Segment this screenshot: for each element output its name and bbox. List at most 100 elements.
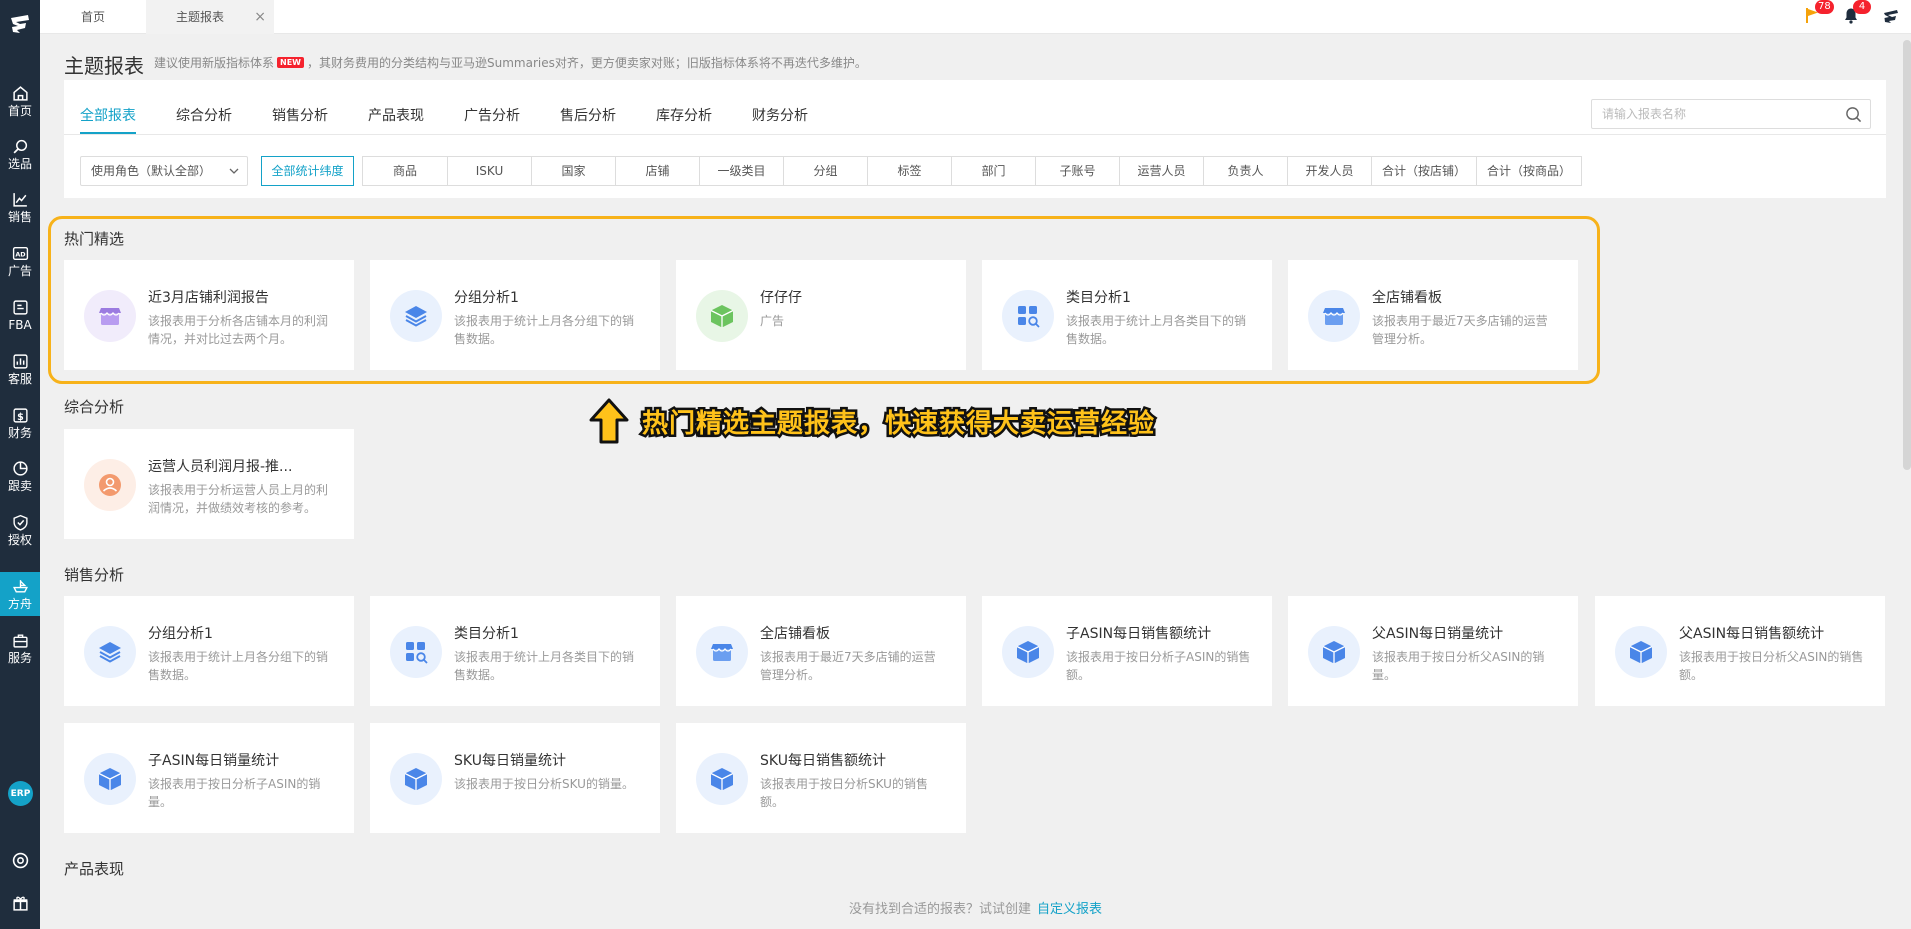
tab-product[interactable]: 产品表现: [368, 105, 424, 125]
card-title: 子ASIN每日销量统计: [148, 753, 280, 769]
sidebar-label: 销售: [7, 209, 32, 224]
card-desc: 该报表用于统计上月各类目下的销售数据。: [454, 650, 635, 682]
dim-operator[interactable]: 运营人员: [1119, 156, 1204, 186]
sidebar-item-customer-service[interactable]: 客服: [0, 346, 40, 392]
dim-country[interactable]: 国家: [531, 156, 616, 186]
home-icon: [12, 85, 28, 101]
sidebar-label: 客服: [7, 371, 32, 386]
tab-theme-reports[interactable]: 主题报表 ×: [146, 0, 274, 34]
report-card[interactable]: SKU每日销售额统计 该报表用于按日分析SKU的销售额。: [676, 723, 966, 833]
tab-ads[interactable]: 广告分析: [464, 105, 520, 125]
erp-button[interactable]: ERP: [8, 781, 33, 806]
dim-developer[interactable]: 开发人员: [1287, 156, 1372, 186]
person-icon: [84, 459, 136, 511]
ark-icon: [12, 579, 28, 593]
sidebar-item-fba[interactable]: FBA: [0, 292, 40, 338]
sidebar-item-home[interactable]: 首页: [0, 78, 40, 124]
report-search: [1591, 99, 1871, 129]
bell-notification[interactable]: 4: [1841, 0, 1871, 27]
card-title: 运营人员利润月报-推...: [148, 459, 293, 475]
search-input[interactable]: [1592, 100, 1832, 128]
dollar-icon: $: [12, 407, 28, 422]
sidebar-item-service[interactable]: 服务: [0, 625, 40, 671]
dim-all[interactable]: 全部统计纬度: [261, 156, 354, 186]
sidebar-item-ark[interactable]: 方舟: [0, 572, 40, 616]
card-desc: 该报表用于分析运营人员上月的利润情况，并做绩效考核的参考。: [148, 483, 329, 515]
tab-finance[interactable]: 财务分析: [752, 105, 808, 125]
report-card[interactable]: 父ASIN每日销量统计 该报表用于按日分析父ASIN的销量。: [1288, 596, 1578, 706]
box-icon: [1308, 626, 1360, 678]
active-tab-underline: [80, 132, 136, 134]
dim-tag[interactable]: 标签: [867, 156, 952, 186]
scrollbar[interactable]: [1903, 40, 1911, 470]
chart-icon: [12, 353, 28, 369]
dim-owner[interactable]: 负责人: [1203, 156, 1288, 186]
arrow-up-icon: [589, 398, 629, 444]
dim-isku[interactable]: ISKU: [447, 156, 532, 186]
tab-home[interactable]: 首页: [40, 0, 146, 34]
logo-icon[interactable]: [8, 12, 32, 36]
dim-department[interactable]: 部门: [951, 156, 1036, 186]
dim-product[interactable]: 商品: [362, 156, 448, 186]
dim-total-by-store[interactable]: 合计（按店铺）: [1371, 156, 1477, 186]
report-card[interactable]: SKU每日销量统计 该报表用于按日分析SKU的销量。: [370, 723, 660, 833]
report-card[interactable]: 运营人员利润月报-推... 该报表用于分析运营人员上月的利润情况，并做绩效考核的…: [64, 429, 354, 539]
section-title-sales: 销售分析: [64, 566, 125, 584]
support-icon[interactable]: [10, 850, 30, 870]
sidebar-label: 方舟: [7, 596, 32, 611]
tab-sales[interactable]: 销售分析: [272, 105, 328, 125]
report-card[interactable]: 类目分析1 该报表用于统计上月各类目下的销售数据。: [370, 596, 660, 706]
box-icon: [1615, 626, 1667, 678]
tab-inventory[interactable]: 库存分析: [656, 105, 712, 125]
note-suffix: ，其财务费用的分类结构与亚马逊Summaries对齐，更方便卖家对账；旧版指标体…: [307, 56, 867, 70]
report-card[interactable]: 分组分析1 该报表用于统计上月各分组下的销售数据。: [64, 596, 354, 706]
sidebar-label: 广告: [7, 263, 32, 278]
dim-category[interactable]: 一级类目: [699, 156, 784, 186]
svg-text:$: $: [17, 411, 24, 422]
tab-after-sales[interactable]: 售后分析: [560, 105, 616, 125]
report-card[interactable]: 子ASIN每日销售额统计 该报表用于按日分析子ASIN的销售额。: [982, 596, 1272, 706]
card-desc: 该报表用于按日分析子ASIN的销售额。: [1066, 650, 1251, 682]
new-badge: NEW: [277, 57, 304, 68]
dim-store[interactable]: 店铺: [615, 156, 700, 186]
sidebar-item-select-product[interactable]: 选品: [0, 131, 40, 177]
footer-text: 没有找到合适的报表？试试创建: [848, 902, 1031, 917]
flag-badge: 78: [1815, 0, 1834, 14]
dim-total-by-product[interactable]: 合计（按商品）: [1476, 156, 1582, 186]
sidebar-label: 授权: [7, 532, 32, 547]
card-title: 类目分析1: [454, 626, 519, 642]
sidebar-item-authorize[interactable]: 授权: [0, 507, 40, 553]
ad-icon: AD: [12, 246, 28, 260]
report-card[interactable]: 父ASIN每日销售额统计 该报表用于按日分析父ASIN的销售额。: [1595, 596, 1885, 706]
role-select[interactable]: 使用角色（默认全部）: [80, 156, 248, 186]
close-icon[interactable]: ×: [254, 0, 266, 34]
search-icon[interactable]: [1845, 106, 1862, 123]
gift-icon[interactable]: [10, 893, 30, 913]
trend-icon: [12, 192, 27, 207]
box-icon: [696, 753, 748, 805]
role-select-value: 使用角色（默认全部）: [91, 164, 212, 178]
card-desc: 该报表用于按日分析SKU的销量。: [454, 777, 634, 791]
tab-all-reports[interactable]: 全部报表: [80, 105, 136, 125]
svg-text:AD: AD: [15, 250, 25, 258]
report-card[interactable]: 子ASIN每日销量统计 该报表用于按日分析子ASIN的销量。: [64, 723, 354, 833]
sidebar-label: 首页: [7, 103, 32, 118]
flag-notification[interactable]: 78: [1803, 0, 1834, 27]
box-icon: [390, 753, 442, 805]
sidebar-label: FBA: [8, 317, 32, 332]
card-title: 子ASIN每日销售额统计: [1066, 626, 1212, 642]
user-avatar[interactable]: [1881, 5, 1903, 27]
dim-sub-account[interactable]: 子账号: [1035, 156, 1120, 186]
sidebar-item-ads[interactable]: AD 广告: [0, 238, 40, 284]
layers-icon: [84, 626, 136, 678]
filter-panel: 全部报表 综合分析 销售分析 产品表现 广告分析 售后分析 库存分析 财务分析 …: [64, 80, 1886, 198]
sidebar-item-sales[interactable]: 销售: [0, 184, 40, 230]
custom-report-link[interactable]: 自定义报表: [1037, 902, 1102, 917]
category-search-icon: [390, 626, 442, 678]
sidebar-item-follow-sell[interactable]: 跟卖: [0, 453, 40, 499]
tab-comprehensive[interactable]: 综合分析: [176, 105, 232, 125]
shield-icon: [12, 514, 28, 531]
report-card[interactable]: 全店铺看板 该报表用于最近7天多店铺的运营管理分析。: [676, 596, 966, 706]
sidebar-item-finance[interactable]: $ 财务: [0, 400, 40, 446]
dim-group[interactable]: 分组: [783, 156, 868, 186]
